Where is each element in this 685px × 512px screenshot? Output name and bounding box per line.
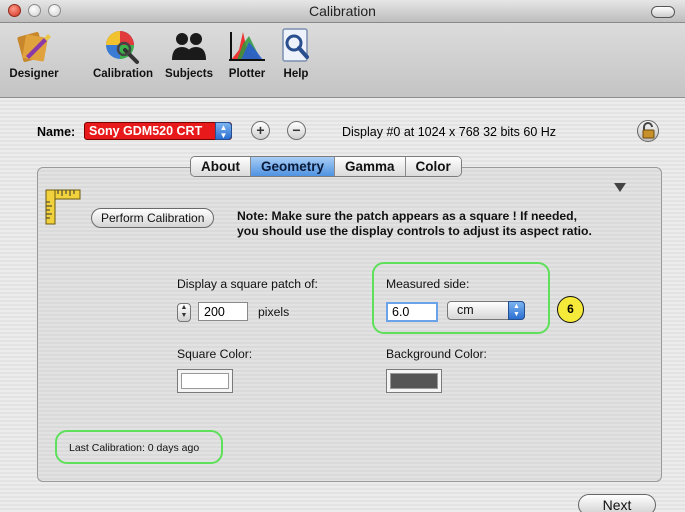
measured-unit-select[interactable]: cm ▲ ▼ [447,301,525,320]
display-name-value: Sony GDM520 CRT [89,124,203,138]
next-button[interactable]: Next [578,494,656,512]
background-color-label: Background Color: [386,347,487,361]
patch-size-stepper[interactable]: ▲ ▼ [177,303,191,322]
name-label: Name: [37,125,76,139]
chevron-updown-icon: ▲ ▼ [508,301,525,320]
perform-calibration-button[interactable]: Perform Calibration [91,208,215,228]
note-line-1: Note: Make sure the patch appears as a s… [237,209,578,223]
toolbar-label-help: Help [283,68,309,80]
plotter-icon [229,32,265,61]
toolbar-item-subjects[interactable]: Subjects [160,26,218,80]
patch-unit-label: pixels [258,305,290,319]
subjects-icon [172,33,206,60]
add-display-button[interactable]: + [251,121,270,140]
toolbar-item-calibration[interactable]: Calibration [88,26,158,80]
window-title: Calibration [309,3,376,19]
tab-about[interactable]: About [191,157,251,176]
help-icon [282,28,309,62]
patch-size-label: Display a square patch of: [177,277,318,291]
display-name-select[interactable]: Sony GDM520 CRT ▲ ▼ [84,122,232,140]
tab-gamma[interactable]: Gamma [335,157,406,176]
tab-bar: About Geometry Gamma Color [190,156,462,177]
tab-geometry[interactable]: Geometry [250,157,336,176]
designer-icon [17,32,51,62]
square-color-well[interactable] [177,369,233,393]
toolbar-label-subjects: Subjects [165,68,213,80]
content-area: Name: Sony GDM520 CRT ▲ ▼ + − Display #0 … [0,98,685,512]
patch-size-input[interactable]: 200 [198,302,248,321]
toolbar-item-help[interactable]: Help [274,26,318,80]
square-color-swatch [181,373,229,389]
measured-unit-value: cm [457,303,474,317]
calibration-note: Note: Make sure the patch appears as a s… [237,209,657,239]
chevron-updown-icon: ▲ ▼ [215,122,232,140]
disclosure-triangle-icon[interactable] [614,183,626,192]
calibration-window: Calibration Designer Calibration Subject… [0,0,685,512]
toolbar-label-calibration: Calibration [92,68,154,80]
lock-icon [642,122,655,139]
lock-button[interactable] [637,120,659,142]
last-calibration-text: Last Calibration: 0 days ago [69,442,200,454]
toolbar: Designer Calibration Subjects Plotter He… [0,23,685,98]
calibration-icon [106,31,139,64]
display-info: Display #0 at 1024 x 768 32 bits 60 Hz [342,125,557,139]
title-bar: Calibration [0,0,685,23]
toolbar-label-designer: Designer [9,68,59,80]
step-badge: 6 [557,296,584,323]
background-color-well[interactable] [386,369,442,393]
remove-display-button[interactable]: − [287,121,306,140]
toolbar-label-plotter: Plotter [228,68,266,80]
tab-color[interactable]: Color [405,157,461,176]
measured-side-input[interactable]: 6.0 [386,302,438,322]
toolbar-item-designer[interactable]: Designer [6,26,62,80]
square-color-label: Square Color: [177,347,253,361]
measured-side-highlight [372,262,550,334]
toolbar-item-plotter[interactable]: Plotter [222,26,272,80]
measured-side-label: Measured side: [386,277,470,291]
background-color-swatch [390,373,438,389]
toolbar-toggle-button[interactable] [651,6,675,18]
note-line-2: you should use the display controls to a… [237,224,592,238]
last-calibration-highlight: Last Calibration: 0 days ago [55,430,223,464]
ruler-icon [45,189,81,225]
